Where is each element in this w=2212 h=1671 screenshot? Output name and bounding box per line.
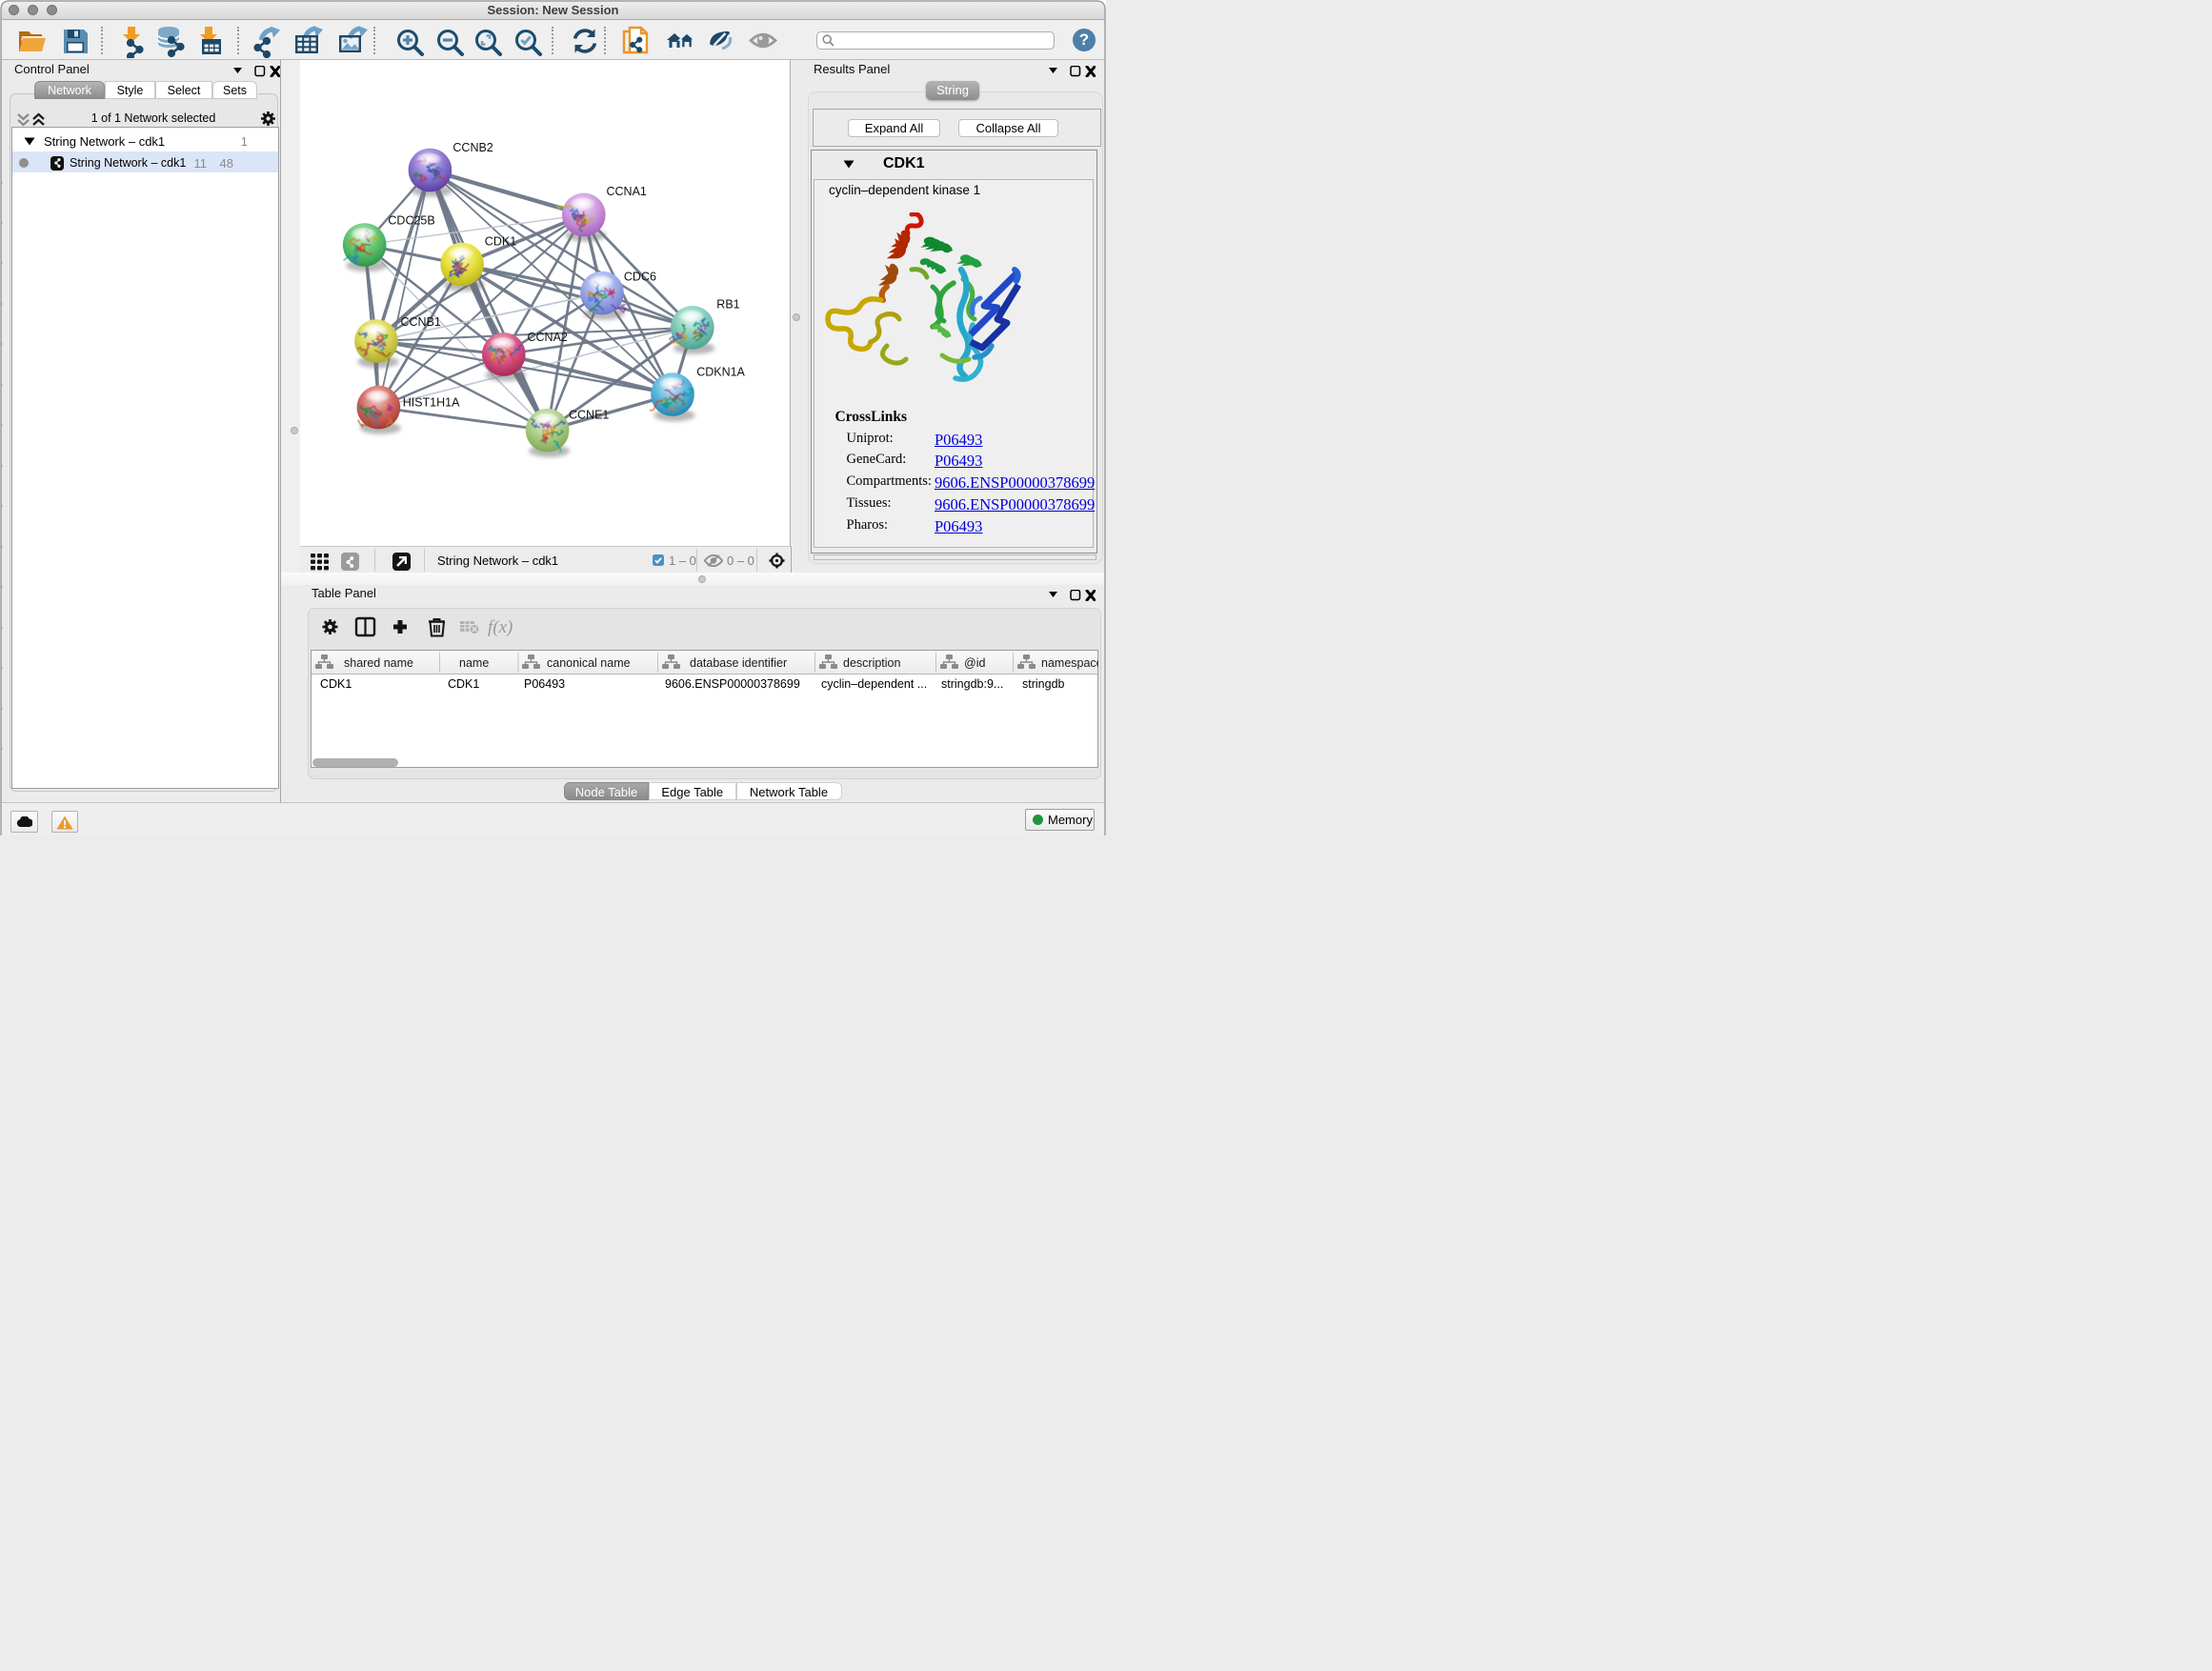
svg-text:CDC25B: CDC25B (388, 213, 434, 227)
svg-text:CDK1: CDK1 (485, 235, 516, 249)
svg-text:HIST1H1A: HIST1H1A (403, 395, 460, 409)
svg-text:CCNA1: CCNA1 (607, 185, 647, 198)
svg-text:name: name (459, 656, 489, 670)
svg-text:shared name: shared name (344, 656, 413, 670)
svg-text:RB1: RB1 (716, 298, 739, 312)
svg-text:CCNA2: CCNA2 (528, 331, 568, 344)
svg-text:database identifier: database identifier (690, 656, 787, 670)
svg-text:CCNB2: CCNB2 (452, 141, 493, 154)
svg-text:CCNB1: CCNB1 (401, 315, 441, 329)
svg-text:CDKN1A: CDKN1A (696, 366, 745, 379)
svg-text:namespace: namespace (1041, 656, 1098, 670)
svg-text:CCNE1: CCNE1 (569, 409, 609, 422)
svg-text:CDC6: CDC6 (624, 271, 656, 284)
svg-text:@id: @id (964, 656, 985, 670)
svg-text:f(x): f(x) (488, 617, 513, 637)
svg-text:canonical name: canonical name (547, 656, 631, 670)
svg-text:description: description (843, 656, 900, 670)
